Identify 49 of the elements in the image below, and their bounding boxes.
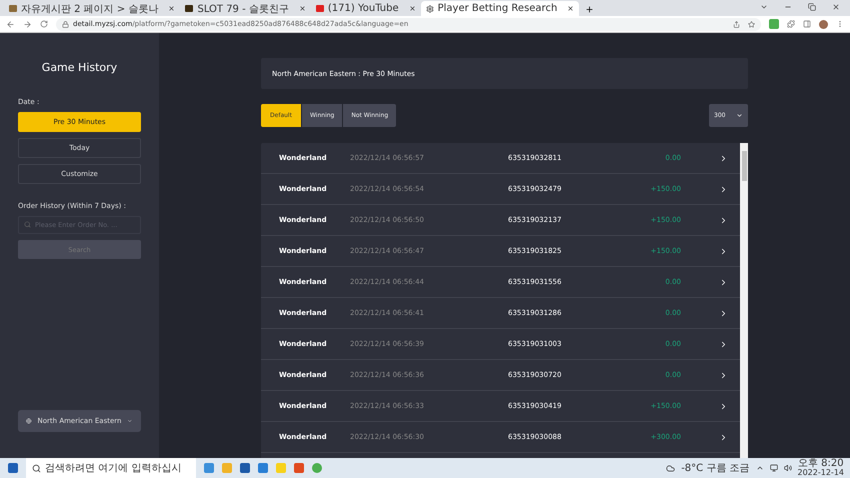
chevron-right-icon[interactable] (719, 184, 728, 194)
site-icon (316, 5, 324, 12)
chevron-up-icon[interactable] (756, 464, 764, 472)
browser-tab[interactable]: 자유게시판 2 페이지 > 슬롯나 (4, 1, 180, 16)
star-icon[interactable] (748, 20, 755, 28)
weather-icon (666, 464, 676, 472)
side-panel-icon[interactable] (803, 20, 811, 28)
chevron-right-icon[interactable] (719, 154, 728, 162)
weather-text: -8°C 구름 조금 (681, 462, 750, 475)
volume-icon[interactable] (784, 464, 792, 472)
share-icon[interactable] (733, 20, 740, 28)
close-icon[interactable] (832, 3, 840, 11)
browser-tab[interactable]: (171) YouTube (310, 1, 421, 16)
new-tab-icon[interactable] (585, 5, 594, 14)
search-icon (32, 464, 41, 472)
gear-icon (426, 4, 434, 12)
chevron-down-icon (127, 417, 133, 425)
chevron-right-icon[interactable] (719, 216, 728, 224)
site-icon (185, 5, 194, 12)
chevron-right-icon[interactable] (719, 246, 728, 256)
chevron-down-icon[interactable] (760, 3, 768, 11)
chevron-right-icon[interactable] (719, 370, 728, 380)
chevron-right-icon[interactable] (719, 340, 728, 348)
scrollbar[interactable] (740, 143, 748, 458)
sidebar-title: Game History (40, 61, 118, 74)
close-icon[interactable] (298, 5, 306, 12)
network-icon[interactable] (770, 464, 778, 472)
chevron-right-icon[interactable] (719, 402, 728, 410)
chevron-right-icon[interactable] (719, 278, 728, 286)
lock-icon (62, 20, 69, 28)
chevron-right-icon[interactable] (719, 432, 728, 442)
site-icon (9, 5, 17, 12)
chevron-down-icon (736, 112, 743, 119)
taskbar-search-field[interactable]: 검색하려면 여기에 입력하십시 (26, 458, 196, 478)
browser-tab[interactable]: SLOT 79 - 슬롯친구 (180, 1, 311, 16)
browser-tab[interactable]: Player Betting Research (420, 1, 580, 16)
clock[interactable]: 오후 8:20 2022-12-14 (798, 459, 844, 477)
close-icon[interactable] (567, 5, 574, 12)
restore-icon[interactable] (808, 3, 816, 11)
avatar-icon[interactable] (819, 20, 828, 28)
close-icon[interactable] (408, 5, 416, 12)
search-icon (24, 221, 31, 228)
close-icon[interactable] (168, 5, 176, 12)
back-icon[interactable] (6, 20, 15, 28)
puzzle-icon[interactable] (787, 20, 795, 28)
forward-icon[interactable] (23, 20, 32, 28)
chevron-right-icon[interactable] (719, 308, 728, 318)
globe-icon (26, 417, 32, 425)
reload-icon[interactable] (40, 20, 48, 28)
